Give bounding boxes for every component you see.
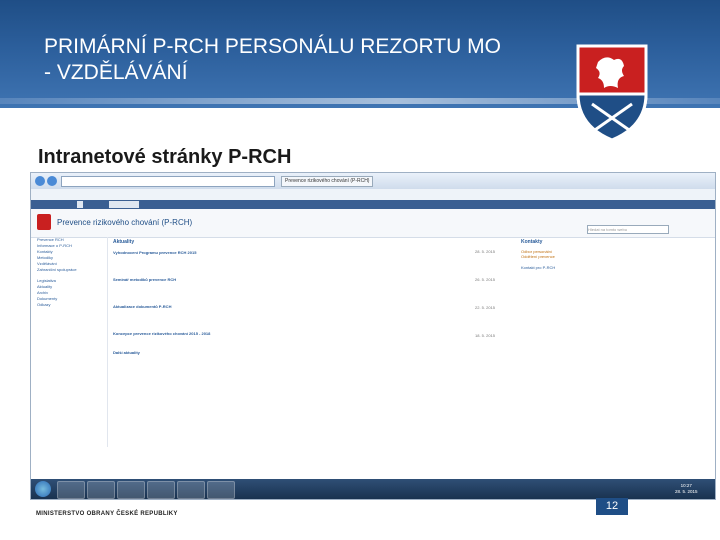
contacts-heading: Kontakty <box>521 239 543 245</box>
slide-title: PRIMÁRNÍ P-RCH PERSONÁLU REZORTU MO - VZ… <box>44 34 564 86</box>
clock-date: 28. 5. 2015 <box>675 489 698 494</box>
title-line-2: - VZDĚLÁVÁNÍ <box>44 61 188 84</box>
sidebar-item[interactable]: Odkazy <box>37 302 107 308</box>
contact-line[interactable]: Oddělení prevence <box>521 254 701 259</box>
site-banner: Prevence rizikového chování (P-RCH) Hled… <box>31 209 715 238</box>
back-icon[interactable] <box>35 176 45 186</box>
forward-icon[interactable] <box>47 176 57 186</box>
taskbar-button[interactable] <box>177 481 205 499</box>
news-date: 22. 5. 2015 <box>475 305 496 310</box>
site-tab[interactable] <box>77 201 83 208</box>
news-meta <box>113 282 513 286</box>
news-heading: Aktuality <box>113 239 135 245</box>
site-tab-active[interactable] <box>109 201 139 208</box>
site-search-input[interactable]: Hledat na tomto webu <box>587 225 669 234</box>
taskbar-button[interactable] <box>147 481 175 499</box>
taskbar-button[interactable] <box>87 481 115 499</box>
taskbar-button[interactable] <box>207 481 235 499</box>
news-column: Aktuality Vyhodnocení Programu prevence … <box>113 239 513 355</box>
news-meta <box>113 309 513 313</box>
windows-taskbar: 10:27 28. 5. 2015 <box>31 479 715 499</box>
url-field[interactable] <box>61 176 275 187</box>
start-button-icon[interactable] <box>35 481 51 497</box>
footer-text: MINISTERSTVO OBRANY ČESKÉ REPUBLIKY <box>36 511 178 517</box>
taskbar-clock[interactable]: 10:27 28. 5. 2015 <box>675 483 698 495</box>
title-line-1: PRIMÁRNÍ P-RCH PERSONÁLU REZORTU MO <box>44 35 501 58</box>
taskbar-button[interactable] <box>117 481 145 499</box>
site-sidebar: Prevence RCH Informace o P-RCH Kontakty … <box>31 237 108 447</box>
news-item: Vyhodnocení Programu prevence RCH 2015 <box>113 250 513 259</box>
news-date: 28. 5. 2015 <box>475 249 496 254</box>
news-item: Seminář metodiků prevence RCH <box>113 277 513 286</box>
taskbar-button[interactable] <box>57 481 85 499</box>
page-number: 12 <box>596 498 628 515</box>
news-date: 18. 5. 2015 <box>475 333 496 338</box>
contacts-column: Kontakty Odbor personální Oddělení preve… <box>521 239 701 270</box>
browser-tab[interactable]: Prevence rizikového chování (P-RCH) <box>281 176 374 187</box>
site-logo <box>37 214 51 230</box>
site-title: Prevence rizikového chování (P-RCH) <box>57 218 193 227</box>
more-news-link[interactable]: Další aktuality <box>113 350 513 355</box>
army-emblem-icon <box>576 44 648 142</box>
news-meta <box>113 255 513 259</box>
intranet-screenshot: Prevence rizikového chování (P-RCH) Prev… <box>30 172 716 500</box>
news-date: 26. 5. 2015 <box>475 277 496 282</box>
slide-subtitle: Intranetové stránky P-RCH <box>38 146 292 168</box>
news-meta <box>113 336 513 340</box>
contact-line[interactable]: Kontakt pro P-RCH <box>521 265 701 270</box>
news-item: Koncepce prevence rizikového chování 201… <box>113 331 513 340</box>
news-item: Aktualizace dokumentů P-RCH <box>113 304 513 313</box>
site-toolbar <box>31 200 715 209</box>
browser-address-bar: Prevence rizikového chování (P-RCH) <box>31 173 715 189</box>
